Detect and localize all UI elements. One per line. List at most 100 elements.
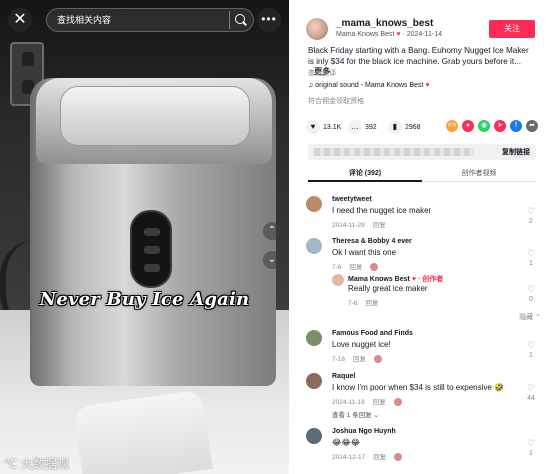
post-description-text: Black Friday starting with a Bang. Euhom… bbox=[308, 46, 529, 66]
comment-meta: 2024-11-18 回复 bbox=[332, 396, 410, 407]
comment-author[interactable]: tweetytweet bbox=[332, 196, 372, 203]
author-username[interactable]: _mama_knows_best bbox=[336, 18, 433, 29]
like-count: 1 bbox=[529, 450, 533, 457]
post-date: 2024-11-14 bbox=[406, 31, 442, 38]
avatar[interactable] bbox=[306, 373, 322, 389]
more-options-button[interactable]: ••• bbox=[257, 8, 281, 32]
comment-text: I need the nugget ice maker bbox=[332, 206, 432, 215]
reply-button[interactable]: 回复 bbox=[353, 356, 366, 363]
comment-text: 😂😂😂 bbox=[332, 438, 361, 447]
comment-button[interactable]: … 392 bbox=[348, 120, 377, 134]
close-button[interactable]: ✕ bbox=[8, 8, 32, 32]
next-video-button[interactable]: ⌄ bbox=[263, 251, 281, 269]
reply-author-name: Mama Knows Best bbox=[348, 276, 410, 283]
comment-date: 7-18 bbox=[332, 356, 346, 363]
creator-liked-avatar bbox=[374, 355, 383, 364]
more-share-icon[interactable]: ➦ bbox=[526, 120, 538, 132]
ice-maker-control-panel-image bbox=[130, 210, 172, 288]
comment-date: 7-6 bbox=[348, 300, 358, 307]
like-heart-icon[interactable]: ♡ bbox=[524, 340, 538, 351]
save-count: 2968 bbox=[405, 123, 421, 131]
comment-date: 7-6 bbox=[332, 264, 342, 271]
comment-date: 2024-11-29 bbox=[332, 222, 365, 229]
search-placeholder: 查找相关内容 bbox=[57, 15, 112, 25]
like-heart-icon[interactable]: ♡ bbox=[524, 383, 538, 394]
heart-emoji-icon: ♥ bbox=[396, 31, 401, 38]
sound-name: original sound - Mama Knows Best bbox=[315, 82, 424, 89]
avatar[interactable] bbox=[306, 18, 328, 40]
copy-link-button[interactable]: 复制链接 bbox=[502, 147, 530, 157]
avatar[interactable] bbox=[306, 238, 322, 254]
comment-text: Ok I want this one bbox=[332, 248, 397, 257]
comment-meta: 7-6 回复 bbox=[332, 261, 386, 272]
like-button[interactable]: ♥ 13.1K bbox=[306, 120, 341, 134]
comment-icon: … bbox=[348, 120, 362, 134]
tab-comments[interactable]: 评论 (392) bbox=[308, 168, 422, 178]
comment-text: Love nugget ice! bbox=[332, 340, 391, 349]
comment-count: 392 bbox=[365, 123, 377, 131]
sound-row[interactable]: ♫ original sound - Mama Knows Best ♥ bbox=[308, 82, 429, 89]
avatar[interactable] bbox=[306, 196, 322, 212]
send-share-icon[interactable]: ➤ bbox=[494, 120, 506, 132]
like-heart-icon[interactable]: ♡ bbox=[524, 248, 538, 259]
comment-author[interactable]: Mama Knows Best ♥ · 创作者 bbox=[348, 274, 443, 284]
creator-liked-avatar bbox=[393, 398, 402, 407]
reply-button[interactable]: 回复 bbox=[365, 300, 378, 307]
video-top-bar: ✕ 查找相关内容 ••• bbox=[8, 8, 281, 32]
share-link-url-blurred bbox=[314, 148, 474, 156]
reply-button[interactable]: 回复 bbox=[373, 399, 386, 406]
reply-button[interactable]: 回复 bbox=[373, 454, 386, 461]
like-count: 1 bbox=[529, 352, 533, 359]
tab-creator-videos[interactable]: 创作者视频 bbox=[422, 168, 536, 178]
avatar[interactable] bbox=[306, 330, 322, 346]
like-heart-icon[interactable]: ♡ bbox=[524, 438, 538, 449]
watermark: ℃ 大数据观 bbox=[4, 457, 69, 471]
comment-date: 2024-11-18 bbox=[332, 399, 365, 406]
like-heart-icon[interactable]: ♡ bbox=[524, 206, 538, 217]
comment-meta: 7-6 回复 bbox=[348, 297, 386, 307]
search-input[interactable]: 查找相关内容 bbox=[46, 8, 254, 32]
author-row: _mama_knows_best Mama Knows Best ♥ · 202… bbox=[306, 18, 543, 42]
comment-author[interactable]: Theresa & Bobby 4 ever bbox=[332, 238, 412, 245]
creator-liked-avatar bbox=[394, 453, 403, 462]
comment-author[interactable]: Joshua Ngo Huynh bbox=[332, 428, 396, 435]
video-player[interactable]: ✕ 查找相关内容 ••• ⌃ ⌄ Never Buy Ice Again ℃ 大… bbox=[0, 0, 289, 474]
reply-button[interactable]: 回复 bbox=[373, 222, 386, 229]
whatsapp-share-icon[interactable]: ◉ bbox=[478, 120, 490, 132]
previous-video-button[interactable]: ⌃ bbox=[263, 222, 281, 240]
heart-emoji-icon: ♥ bbox=[425, 82, 430, 89]
avatar[interactable] bbox=[306, 428, 322, 444]
like-heart-icon[interactable]: ♡ bbox=[524, 284, 538, 295]
like-count: 1 bbox=[529, 260, 533, 267]
details-panel: _mama_knows_best Mama Knows Best ♥ · 202… bbox=[292, 0, 553, 474]
share-link-bar: 复制链接 bbox=[308, 144, 536, 160]
video-caption: Never Buy Ice Again bbox=[39, 289, 250, 310]
bookmark-icon: ▮ bbox=[388, 120, 402, 134]
comment-author[interactable]: Raquel bbox=[332, 373, 355, 380]
follow-button[interactable]: 关注 bbox=[489, 20, 535, 38]
save-button[interactable]: ▮ 2968 bbox=[388, 120, 421, 134]
embed-share-icon[interactable]: <> bbox=[446, 120, 458, 132]
action-bar: ♥ 13.1K … 392 ▮ 2968 <> ● ◉ ➤ f ➦ bbox=[306, 120, 547, 134]
tabs: 评论 (392) 创作者视频 bbox=[308, 166, 536, 182]
like-count: 44 bbox=[527, 395, 535, 402]
translate-link[interactable]: 查看翻译 bbox=[308, 68, 336, 78]
heart-icon: ♥ bbox=[306, 120, 320, 134]
view-replies-button[interactable]: 查看 1 条回复 ⌄ bbox=[332, 409, 379, 419]
like-count: 2 bbox=[529, 218, 533, 225]
reply-button[interactable]: 回复 bbox=[349, 264, 362, 271]
comment-meta: 2024-11-29 回复 bbox=[332, 219, 394, 229]
like-count: 13.1K bbox=[323, 123, 342, 131]
author-display-name: Mama Knows Best bbox=[336, 31, 395, 38]
active-tab-indicator bbox=[308, 180, 422, 182]
search-icon[interactable] bbox=[229, 11, 247, 29]
friends-share-icon[interactable]: ● bbox=[462, 120, 474, 132]
comment-author[interactable]: Famous Food and Finds bbox=[332, 330, 413, 337]
creator-liked-avatar bbox=[370, 263, 379, 272]
avatar[interactable] bbox=[332, 274, 344, 286]
post-description: Black Friday starting with a Bang. Euhom… bbox=[308, 46, 534, 78]
like-count: 0 bbox=[529, 296, 533, 303]
facebook-share-icon[interactable]: f bbox=[510, 120, 522, 132]
hide-replies-button[interactable]: 隐藏 ⌃ bbox=[519, 312, 541, 322]
comment-meta: 7-18 回复 bbox=[332, 353, 390, 364]
